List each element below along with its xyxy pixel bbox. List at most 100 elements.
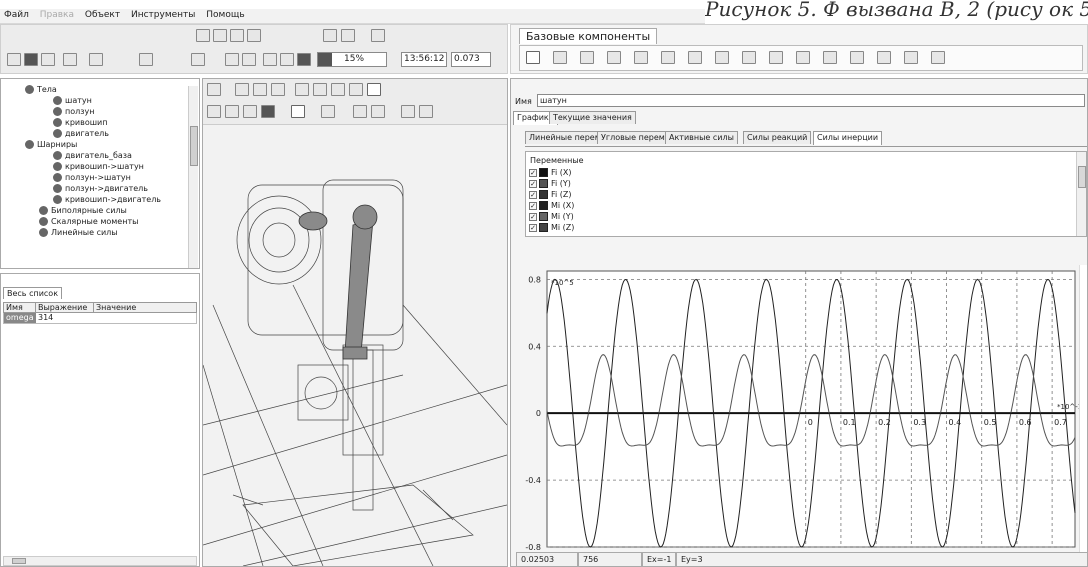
- cube-shaded-icon[interactable]: [243, 105, 257, 118]
- grid-icon[interactable]: [41, 53, 55, 66]
- target-icon[interactable]: [271, 83, 285, 96]
- menu-edit[interactable]: Правка: [36, 9, 78, 21]
- variable-checkbox[interactable]: ✓: [529, 212, 537, 221]
- column-value[interactable]: Значение: [94, 303, 196, 312]
- stop-icon[interactable]: [280, 53, 294, 66]
- graph-tab[interactable]: Силы реакций: [743, 131, 812, 144]
- table-row[interactable]: omega 314: [3, 313, 197, 324]
- variable-row[interactable]: ✓ Mi (Y): [526, 212, 574, 223]
- trace-icon[interactable]: [371, 105, 385, 118]
- tree-item[interactable]: кривошип->шатун: [53, 162, 144, 171]
- actuator-icon[interactable]: [688, 51, 702, 64]
- play-icon[interactable]: [225, 53, 239, 66]
- joint-icon[interactable]: [715, 51, 729, 64]
- spring-damper-icon[interactable]: [580, 51, 594, 64]
- viewport-3d[interactable]: [202, 78, 508, 567]
- screenshot-icon[interactable]: [323, 29, 337, 42]
- variable-row[interactable]: ✓ Fi (Y): [526, 179, 571, 190]
- reset-view-icon[interactable]: [401, 105, 415, 118]
- cube-wire-icon[interactable]: [207, 105, 221, 118]
- name-field[interactable]: шатун: [537, 94, 1085, 107]
- tree-item[interactable]: Шарниры: [25, 140, 77, 149]
- variable-row[interactable]: ✓ Mi (Z): [526, 223, 574, 234]
- cursor-icon[interactable]: [367, 83, 381, 96]
- tree-item[interactable]: Тела: [25, 85, 57, 94]
- tree-item[interactable]: двигатель_база: [53, 151, 132, 160]
- export-icon[interactable]: [371, 29, 385, 42]
- variable-checkbox[interactable]: ✓: [529, 223, 537, 232]
- record-icon[interactable]: [297, 53, 311, 66]
- zoom-icon[interactable]: [349, 83, 363, 96]
- tree-item[interactable]: кривошип->двигатель: [53, 195, 161, 204]
- brush-icon[interactable]: [353, 105, 367, 118]
- bipolar-force-icon[interactable]: [634, 51, 648, 64]
- tree-item[interactable]: шатун: [53, 96, 92, 105]
- open-file-icon[interactable]: [213, 29, 227, 42]
- gear-icon[interactable]: [850, 51, 864, 64]
- variable-row[interactable]: ✓ Fi (Z): [526, 190, 572, 201]
- horizontal-scrollbar[interactable]: [3, 556, 197, 566]
- undo-icon[interactable]: [63, 53, 77, 66]
- tree-scrollbar[interactable]: [188, 86, 198, 268]
- time-field[interactable]: 13:56:12: [401, 52, 447, 67]
- menu-tools[interactable]: Инструменты: [127, 9, 199, 21]
- variable-checkbox[interactable]: ✓: [529, 201, 537, 210]
- cube-solid-icon[interactable]: [261, 105, 275, 118]
- pause-icon[interactable]: [263, 53, 277, 66]
- axes-icon[interactable]: [253, 83, 267, 96]
- variables-scrollbar[interactable]: [1076, 152, 1086, 236]
- rotate-icon[interactable]: [331, 83, 345, 96]
- menu-object[interactable]: Объект: [81, 9, 124, 21]
- variable-checkbox[interactable]: ✓: [529, 190, 537, 199]
- timestep-field[interactable]: 0.073: [451, 52, 491, 67]
- tree-item[interactable]: Линейные силы: [39, 228, 118, 237]
- edit-mode-icon[interactable]: [291, 105, 305, 118]
- tree-item[interactable]: ползун->двигатель: [53, 184, 148, 193]
- list-dark-icon[interactable]: [24, 53, 38, 66]
- tree-item[interactable]: Скалярные моменты: [39, 217, 138, 226]
- tab-current-values[interactable]: Текущие значения: [549, 111, 636, 124]
- move-icon[interactable]: [295, 83, 309, 96]
- tree-item[interactable]: ползун->шатун: [53, 173, 131, 182]
- column-expression[interactable]: Выражение: [36, 303, 94, 312]
- cube-hidden-icon[interactable]: [225, 105, 239, 118]
- frame-icon[interactable]: [321, 105, 335, 118]
- graph-tab[interactable]: Линейные перем.: [525, 131, 608, 144]
- chart-settings-icon[interactable]: [139, 53, 153, 66]
- measure-icon[interactable]: [419, 105, 433, 118]
- save-icon[interactable]: [230, 29, 244, 42]
- menu-file[interactable]: Файл: [0, 9, 33, 21]
- chart-scrollbar[interactable]: [1079, 265, 1087, 555]
- variable-checkbox[interactable]: ✓: [529, 168, 537, 177]
- variable-checkbox[interactable]: ✓: [529, 179, 537, 188]
- row-expression-cell[interactable]: 314: [36, 313, 94, 323]
- up-icon[interactable]: [313, 83, 327, 96]
- column-name[interactable]: Имя: [4, 303, 36, 312]
- cam-icon[interactable]: [823, 51, 837, 64]
- variable-row[interactable]: ✓ Mi (X): [526, 201, 574, 212]
- graph-tab[interactable]: Активные силы: [665, 131, 738, 144]
- new-file-icon[interactable]: [196, 29, 210, 42]
- all-list-tab[interactable]: Весь список: [3, 287, 63, 299]
- menu-help[interactable]: Помощь: [202, 9, 248, 21]
- sensor-icon[interactable]: [931, 51, 945, 64]
- drive-icon[interactable]: [904, 51, 918, 64]
- graph-tab[interactable]: Силы инерции: [813, 131, 883, 145]
- tree-item[interactable]: кривошип: [53, 118, 107, 127]
- run-step-icon[interactable]: [191, 53, 205, 66]
- spring-icon[interactable]: [553, 51, 567, 64]
- linear-force-icon[interactable]: [661, 51, 675, 64]
- damper-icon[interactable]: [607, 51, 621, 64]
- variable-row[interactable]: ✓ Fi (X): [526, 168, 572, 179]
- list-icon[interactable]: [7, 53, 21, 66]
- graph-tab[interactable]: Угловые перем.: [597, 131, 672, 144]
- rewind-icon[interactable]: [242, 53, 256, 66]
- save-all-icon[interactable]: [247, 29, 261, 42]
- pointer-icon[interactable]: [526, 51, 540, 64]
- screenshot-area-icon[interactable]: [341, 29, 355, 42]
- torque-icon[interactable]: [742, 51, 756, 64]
- fixed-joint-icon[interactable]: [769, 51, 783, 64]
- components-tab[interactable]: Базовые компоненты: [519, 28, 658, 44]
- tree-item[interactable]: двигатель: [53, 129, 109, 138]
- redo-icon[interactable]: [89, 53, 103, 66]
